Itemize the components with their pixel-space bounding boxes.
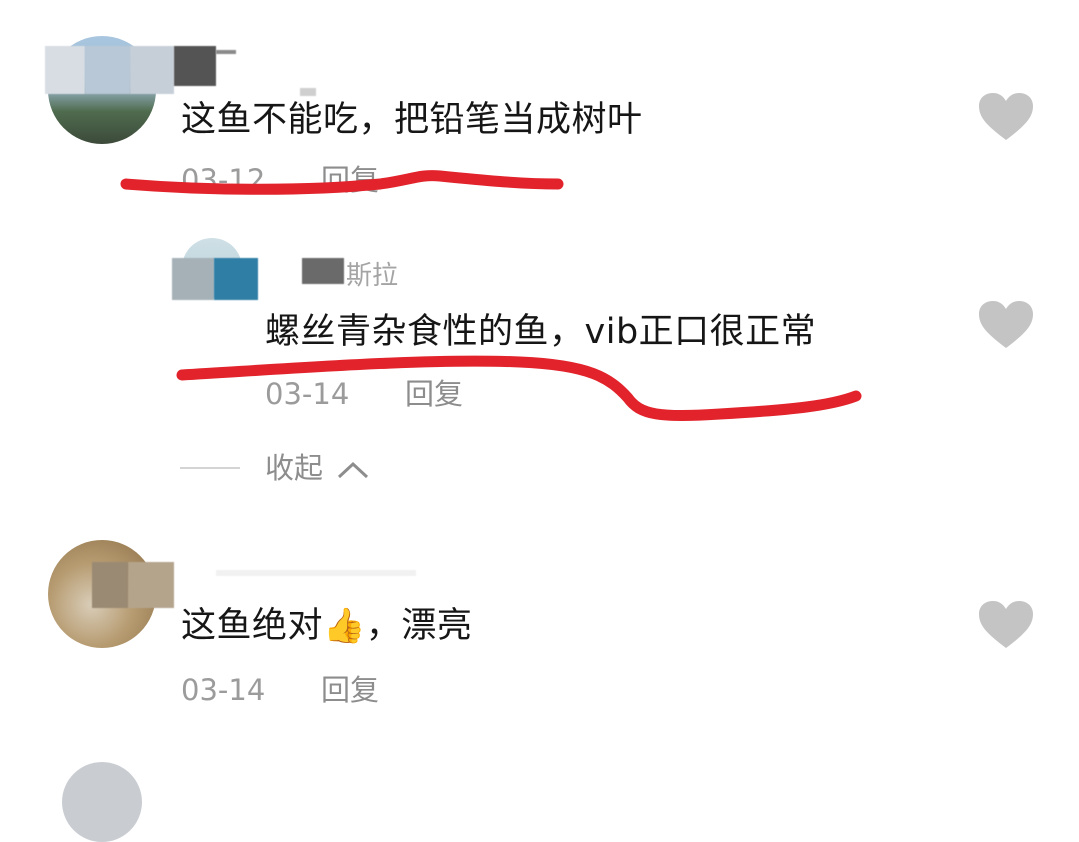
pixelated-username: [302, 258, 344, 284]
pixelated-username: [300, 88, 316, 96]
reply-date: 03-14: [265, 377, 350, 411]
collapse-button[interactable]: 收起: [265, 451, 370, 485]
pixelated-username: [216, 570, 416, 576]
reply-button[interactable]: 回复: [321, 163, 379, 197]
pixelated-username: [45, 46, 85, 94]
comment-text: 这鱼不能吃，把铅笔当成树叶: [181, 100, 643, 140]
pixelated-username: [214, 258, 258, 300]
collapse-label: 收起: [265, 451, 324, 485]
chevron-up-icon: [338, 461, 369, 479]
comment-date: 03-14: [181, 673, 266, 707]
username-fragment: 斯拉: [346, 261, 399, 291]
comment-text: 这鱼绝对👍，漂亮: [181, 606, 472, 646]
pixelated-username: [216, 50, 236, 54]
comment-text-part: 这鱼绝对: [181, 606, 324, 646]
pixelated-username: [130, 46, 174, 94]
pixelated-username: [174, 46, 216, 86]
reply-text: 螺丝青杂食性的鱼，vib正口很正常: [265, 312, 817, 352]
thumbs-up-emoji: 👍: [323, 606, 366, 646]
comment-text-part: ，漂亮: [365, 606, 473, 646]
comment-date: 03-12: [181, 163, 266, 197]
reply-button[interactable]: 回复: [405, 377, 463, 411]
pixelated-username: [85, 46, 130, 94]
heart-icon[interactable]: [978, 92, 1034, 142]
pixelated-username: [92, 562, 128, 608]
avatar[interactable]: [62, 762, 142, 842]
heart-icon[interactable]: [978, 600, 1034, 650]
pixelated-username: [172, 258, 214, 300]
collapse-divider: [180, 467, 240, 469]
pixelated-username: [128, 562, 174, 608]
heart-icon[interactable]: [978, 300, 1034, 350]
reply-button[interactable]: 回复: [321, 673, 379, 707]
